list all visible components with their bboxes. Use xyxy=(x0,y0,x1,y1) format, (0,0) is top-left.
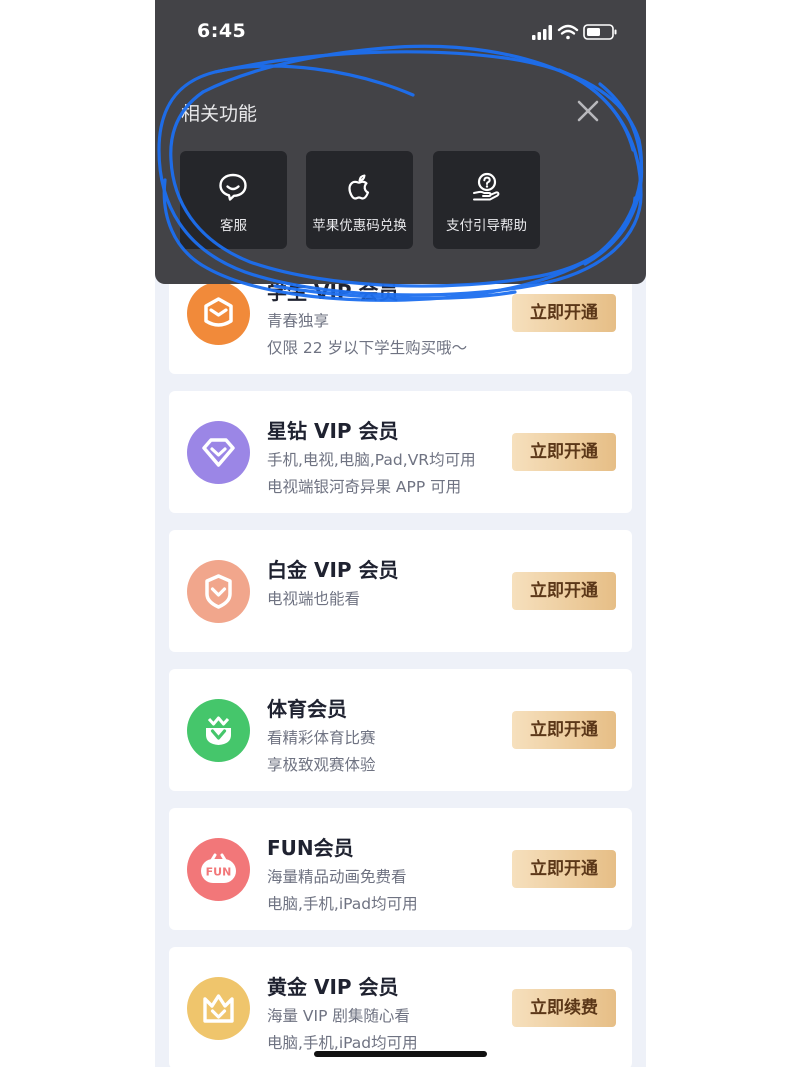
function-label: 客服 xyxy=(220,218,247,234)
activate-button[interactable]: 立即开通 xyxy=(512,711,616,749)
signal-icon xyxy=(532,25,552,40)
panel-title: 相关功能 xyxy=(181,103,258,125)
membership-card-gold: 黄金 VIP 会员 海量 VIP 剧集随心看 电脑,手机,iPad均可用 立即续… xyxy=(169,947,632,1067)
function-label: 支付引导帮助 xyxy=(446,218,527,234)
battery-icon xyxy=(583,24,617,40)
platinum-shield-icon xyxy=(187,560,250,623)
svg-text:FUN: FUN xyxy=(206,866,232,879)
activate-button[interactable]: 立即开通 xyxy=(512,572,616,610)
apple-icon xyxy=(343,171,375,203)
renew-button[interactable]: 立即续费 xyxy=(512,989,616,1027)
apple-promo-code-button[interactable]: 苹果优惠码兑换 xyxy=(306,151,413,249)
status-bar-icons xyxy=(532,22,622,42)
phone-screen: 学生 VIP 会员 青春独享 仅限 22 岁以下学生购买哦～ 立即开通 星钻 V… xyxy=(155,0,646,1067)
close-icon[interactable] xyxy=(576,99,600,123)
membership-card-diamond: 星钻 VIP 会员 手机,电视,电脑,Pad,VR均可用 电视端银河奇异果 AP… xyxy=(169,391,632,513)
related-functions-panel: 6:45 相关功能 客服 苹果优惠码兑换 支付引导帮助 xyxy=(155,0,646,284)
membership-title: 体育会员 xyxy=(267,697,347,721)
membership-desc-1: 看精彩体育比赛 xyxy=(267,729,376,747)
membership-desc-1: 海量 VIP 剧集随心看 xyxy=(267,1007,410,1025)
membership-desc-1: 青春独享 xyxy=(267,312,330,330)
membership-title: 星钻 VIP 会员 xyxy=(267,419,399,443)
activate-button[interactable]: 立即开通 xyxy=(512,294,616,332)
membership-desc-1: 电视端也能看 xyxy=(267,590,361,608)
gold-crown-icon xyxy=(187,977,250,1040)
membership-title: 黄金 VIP 会员 xyxy=(267,975,399,999)
membership-desc-2: 电视端银河奇异果 APP 可用 xyxy=(267,478,462,496)
home-indicator[interactable] xyxy=(314,1051,487,1057)
membership-card-platinum: 白金 VIP 会员 电视端也能看 立即开通 xyxy=(169,530,632,652)
membership-desc-2: 仅限 22 岁以下学生购买哦～ xyxy=(267,339,468,357)
activate-button[interactable]: 立即开通 xyxy=(512,433,616,471)
student-badge-icon xyxy=(187,282,250,345)
membership-card-sports: 体育会员 看精彩体育比赛 享极致观赛体验 立即开通 xyxy=(169,669,632,791)
membership-desc-2: 享极致观赛体验 xyxy=(267,756,376,774)
membership-card-fun: FUN FUN会员 海量精品动画免费看 电脑,手机,iPad均可用 立即开通 xyxy=(169,808,632,930)
membership-desc-2: 电脑,手机,iPad均可用 xyxy=(267,895,418,913)
function-label: 苹果优惠码兑换 xyxy=(312,218,407,234)
activate-button[interactable]: 立即开通 xyxy=(512,850,616,888)
membership-desc-1: 手机,电视,电脑,Pad,VR均可用 xyxy=(267,451,476,469)
diamond-icon xyxy=(187,421,250,484)
payment-help-button[interactable]: 支付引导帮助 xyxy=(433,151,540,249)
membership-desc-2: 电脑,手机,iPad均可用 xyxy=(267,1034,418,1052)
sports-crown-icon xyxy=(187,699,250,762)
status-time: 6:45 xyxy=(197,20,247,42)
help-hand-icon xyxy=(470,171,502,203)
membership-desc-1: 海量精品动画免费看 xyxy=(267,868,407,886)
membership-title: 白金 VIP 会员 xyxy=(267,558,399,582)
customer-service-button[interactable]: 客服 xyxy=(180,151,287,249)
chat-bubble-icon xyxy=(217,171,249,203)
wifi-icon xyxy=(557,24,579,40)
fun-badge-icon: FUN xyxy=(187,838,250,901)
membership-title: FUN会员 xyxy=(267,836,354,860)
